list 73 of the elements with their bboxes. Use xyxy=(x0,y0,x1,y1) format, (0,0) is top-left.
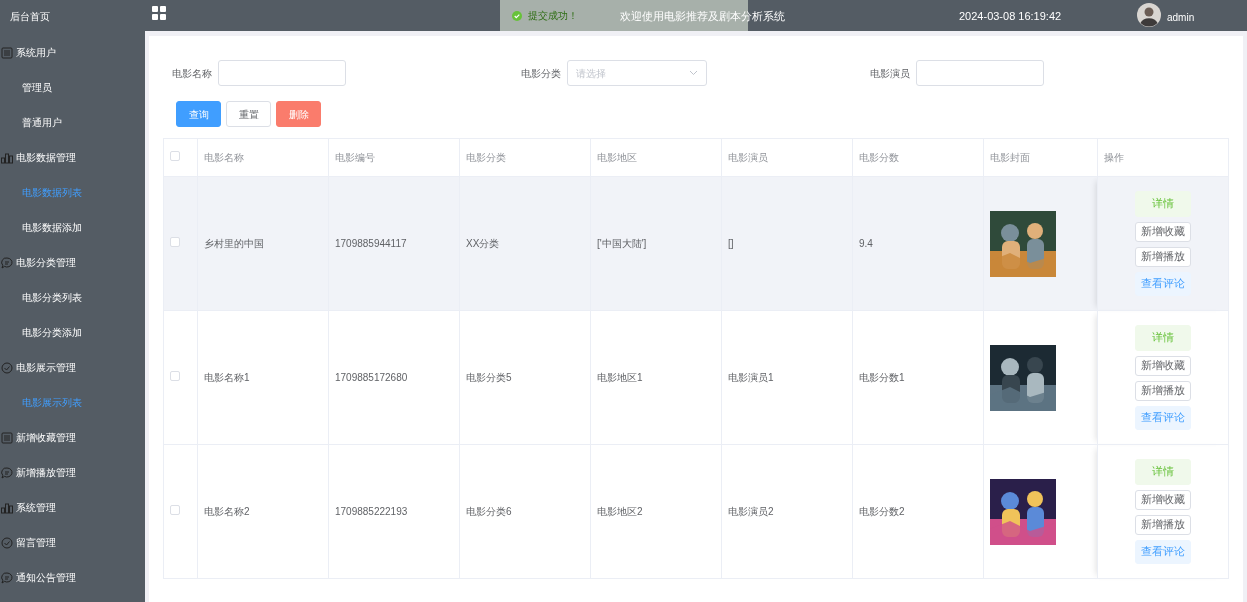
bar-chart-icon xyxy=(1,151,13,164)
row-checkbox[interactable] xyxy=(170,237,180,247)
sidebar-item[interactable]: 后台首页 xyxy=(0,0,145,35)
table-cell: 电影分数2 xyxy=(852,444,984,579)
input-field[interactable] xyxy=(218,60,346,86)
table-cell: 电影名称1 xyxy=(197,310,329,445)
column-header: 电影编号 xyxy=(328,138,460,177)
table-cell: 1709885944117 xyxy=(328,176,460,311)
action-button[interactable]: 新增播放 xyxy=(1135,247,1191,267)
column-header: 电影演员 xyxy=(721,138,853,177)
input-field[interactable] xyxy=(916,60,1044,86)
table-cell: 电影分数1 xyxy=(852,310,984,445)
filter-label: 电影演员 xyxy=(870,66,910,81)
check-circle-icon xyxy=(1,361,13,374)
sidebar-subitem[interactable]: 普通用户 xyxy=(0,105,145,140)
column-header: 电影分数 xyxy=(852,138,984,177)
sidebar-subitem[interactable]: 管理员 xyxy=(0,70,145,105)
column-header: 电影封面 xyxy=(983,138,1098,177)
action-button[interactable]: 新增播放 xyxy=(1135,515,1191,535)
row-checkbox[interactable] xyxy=(170,371,180,381)
user-name[interactable]: admin xyxy=(1167,10,1195,25)
sidebar-item[interactable]: 系统用户 xyxy=(16,45,56,60)
column-header: 电影名称 xyxy=(197,138,329,177)
action-button[interactable]: 新增播放 xyxy=(1135,381,1191,401)
column-header: 操作 xyxy=(1097,138,1229,177)
table-cell: 电影分类6 xyxy=(459,444,591,579)
filter-label: 电影分类 xyxy=(521,66,561,81)
success-icon xyxy=(512,10,522,21)
table-cell: XX分类 xyxy=(459,176,591,311)
table-cell: 乡村里的中国 xyxy=(197,176,329,311)
chat-icon xyxy=(1,466,13,479)
sidebar-item[interactable]: 系统管理 xyxy=(16,500,56,515)
sidebar-item[interactable]: 通知公告管理 xyxy=(16,570,76,585)
bar-chart-icon xyxy=(1,501,13,514)
table-cell: [] xyxy=(721,176,853,311)
action-button[interactable]: 新增收藏 xyxy=(1135,222,1191,242)
sidebar-item[interactable]: 留言管理 xyxy=(16,535,56,550)
filter-label: 电影名称 xyxy=(172,66,212,81)
chat-icon xyxy=(1,571,13,584)
chevron-down-icon xyxy=(689,70,698,76)
table-cell: 9.4 xyxy=(852,176,984,311)
table-cell: 1709885222193 xyxy=(328,444,460,579)
reset-button[interactable]: 重置 xyxy=(226,101,271,127)
date-time: 2024-03-08 16:19:42 xyxy=(959,9,1062,24)
chat-icon xyxy=(1,256,13,269)
sidebar-item[interactable]: 电影数据管理 xyxy=(16,150,76,165)
table-cell: ['中国大陆'] xyxy=(590,176,722,311)
table-cell: 电影演员2 xyxy=(721,444,853,579)
column-header: 电影地区 xyxy=(590,138,722,177)
sidebar-item[interactable]: 新增收藏管理 xyxy=(16,430,76,445)
table-cell: 电影名称2 xyxy=(197,444,329,579)
column-header: 电影分类 xyxy=(459,138,591,177)
table-cell: 电影演员1 xyxy=(721,310,853,445)
sidebar-item[interactable]: 电影展示管理 xyxy=(16,360,76,375)
sidebar-subitem[interactable]: 电影分类添加 xyxy=(0,315,145,350)
toast-text: 提交成功！ xyxy=(528,9,578,23)
sidebar-item[interactable]: 新增播放管理 xyxy=(16,465,76,480)
table-cell: 电影分类5 xyxy=(459,310,591,445)
action-button[interactable]: 新增收藏 xyxy=(1135,356,1191,376)
sidebar-subitem[interactable]: 电影数据添加 xyxy=(0,210,145,245)
table-cell: 电影地区1 xyxy=(590,310,722,445)
row-checkbox[interactable] xyxy=(170,505,180,515)
sidebar-item[interactable]: 电影分类管理 xyxy=(16,255,76,270)
check-circle-icon xyxy=(1,536,13,549)
table-cell: 1709885172680 xyxy=(328,310,460,445)
table-cell: 电影地区2 xyxy=(590,444,722,579)
select-all-checkbox[interactable] xyxy=(170,151,180,161)
list-icon xyxy=(1,46,13,59)
grid-menu-icon[interactable] xyxy=(152,6,166,20)
sidebar-subitem[interactable]: 电影分类列表 xyxy=(0,280,145,315)
avatar[interactable] xyxy=(1137,3,1161,27)
action-button[interactable]: 新增收藏 xyxy=(1135,490,1191,510)
list-icon xyxy=(1,431,13,444)
